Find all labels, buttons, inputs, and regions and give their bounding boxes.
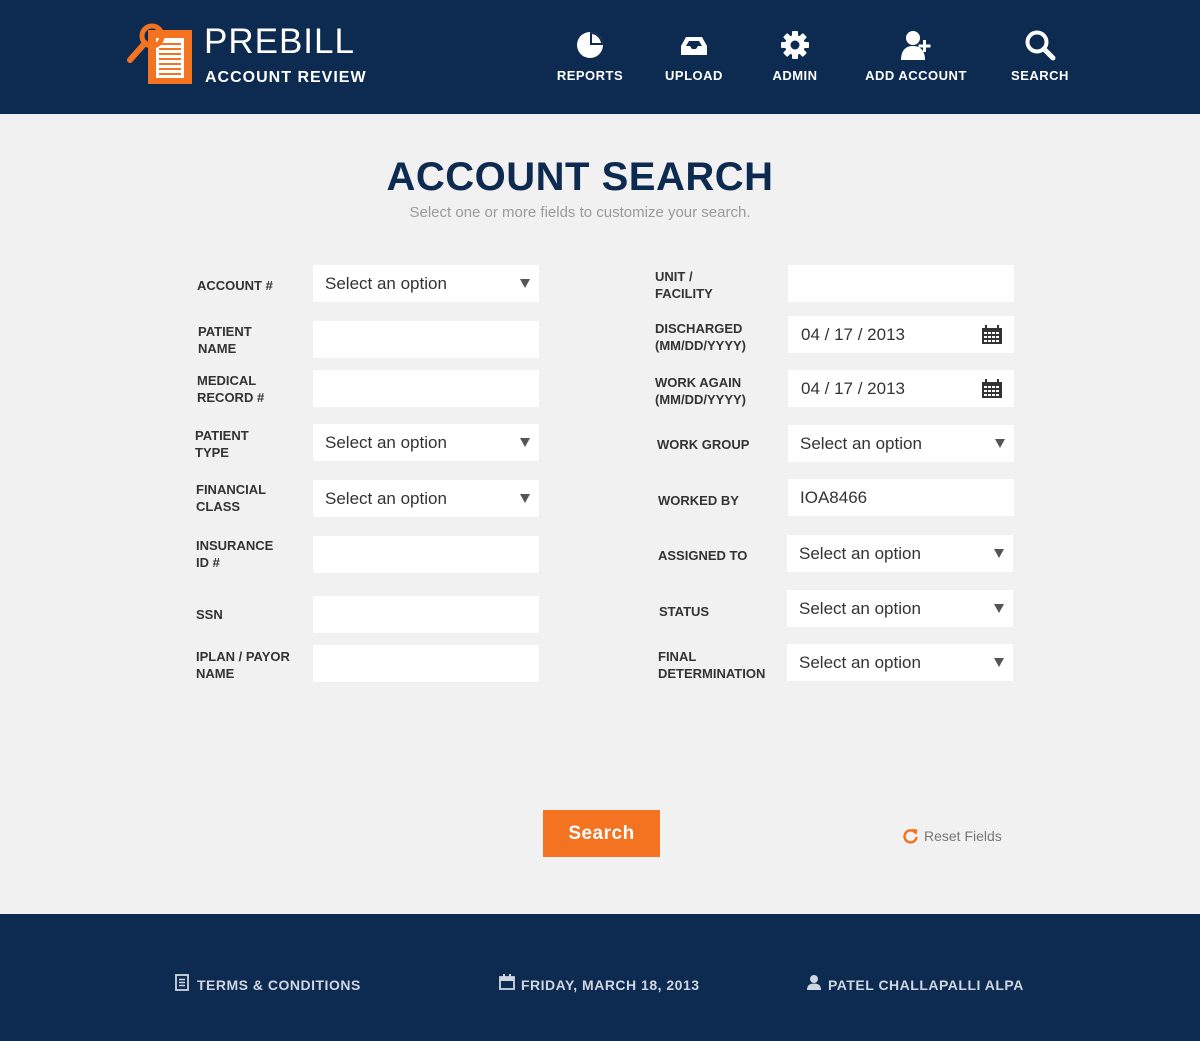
label-worked-by: WORKED BY xyxy=(658,493,739,508)
label-work-group: WORK GROUP xyxy=(657,437,750,452)
medical-record-input[interactable] xyxy=(313,370,539,407)
calendar-icon[interactable] xyxy=(982,379,1002,398)
nav-reports-label: REPORTS xyxy=(556,68,624,83)
chevron-down-icon xyxy=(520,279,530,288)
label-discharged: DISCHARGED (MM/DD/YYYY) xyxy=(655,321,746,353)
label-patient-name: PATIENT NAME xyxy=(198,324,252,356)
logo-subtitle: ACCOUNT REVIEW xyxy=(205,69,367,86)
account-number-select[interactable]: Select an option xyxy=(313,265,539,302)
work-group-value: Select an option xyxy=(800,434,922,453)
user-icon xyxy=(807,975,821,990)
top-header: PREBILL ACCOUNT REVIEW REPORTS UPLOAD AD… xyxy=(0,0,1200,114)
terms-label: TERMS & CONDITIONS xyxy=(197,977,361,993)
nav-reports[interactable]: REPORTS xyxy=(552,28,628,88)
discharged-date-value: 04 / 17 / 2013 xyxy=(801,325,905,344)
page-title: ACCOUNT SEARCH xyxy=(386,155,774,199)
chevron-down-icon xyxy=(994,604,1004,613)
calendar-icon xyxy=(499,974,515,990)
pie-chart-icon xyxy=(577,32,603,58)
footer-user-label: PATEL CHALLAPALLI ALPA xyxy=(828,977,1024,993)
chevron-down-icon xyxy=(520,438,530,447)
worked-by-input[interactable] xyxy=(788,479,1014,516)
patient-type-select[interactable]: Select an option xyxy=(313,424,539,461)
nav-add-account-label: ADD ACCOUNT xyxy=(865,68,967,83)
work-again-date-value: 04 / 17 / 2013 xyxy=(801,379,905,398)
status-value: Select an option xyxy=(799,599,921,618)
add-user-icon xyxy=(901,31,931,60)
reset-fields-label: Reset Fields xyxy=(924,828,1002,844)
nav-admin[interactable]: ADMIN xyxy=(764,28,826,88)
insurance-id-input[interactable] xyxy=(313,536,539,573)
final-determination-select[interactable]: Select an option xyxy=(787,644,1013,681)
label-medical-record: MEDICAL RECORD # xyxy=(197,373,265,405)
ssn-input[interactable] xyxy=(313,596,539,633)
label-ssn: SSN xyxy=(196,607,223,622)
chevron-down-icon xyxy=(995,439,1005,448)
nav-upload[interactable]: UPLOAD xyxy=(658,28,730,88)
footer: TERMS & CONDITIONS FRIDAY, MARCH 18, 201… xyxy=(0,914,1200,1041)
label-patient-type: PATIENT TYPE xyxy=(195,428,249,460)
calendar-icon[interactable] xyxy=(982,325,1002,344)
work-group-select[interactable]: Select an option xyxy=(788,425,1014,462)
label-final-determination: FINAL DETERMINATION xyxy=(658,649,766,681)
search-button[interactable]: Search xyxy=(543,810,660,857)
nav-add-account[interactable]: ADD ACCOUNT xyxy=(858,28,974,88)
label-work-again: WORK AGAIN (MM/DD/YYYY) xyxy=(655,375,746,407)
label-unit-facility: UNIT / FACILITY xyxy=(655,269,713,301)
document-icon xyxy=(175,974,189,991)
chevron-down-icon xyxy=(520,494,530,503)
logo[interactable]: PREBILL ACCOUNT REVIEW xyxy=(126,22,386,88)
unit-facility-input[interactable] xyxy=(788,265,1014,302)
label-assigned-to: ASSIGNED TO xyxy=(658,548,748,563)
logo-icon xyxy=(127,23,192,84)
label-financial-class: FINANCIAL CLASS xyxy=(196,482,266,514)
label-iplan-payor: IPLAN / PAYOR NAME xyxy=(196,649,290,681)
discharged-date-field[interactable]: 04 / 17 / 2013 xyxy=(788,316,1014,353)
financial-class-select[interactable]: Select an option xyxy=(313,480,539,517)
patient-type-value: Select an option xyxy=(325,433,447,452)
footer-date-label: FRIDAY, MARCH 18, 2013 xyxy=(521,977,700,993)
chevron-down-icon xyxy=(994,549,1004,558)
label-account-number: ACCOUNT # xyxy=(197,278,273,293)
gear-icon xyxy=(781,31,809,59)
magnifier-icon xyxy=(1025,30,1056,61)
refresh-icon xyxy=(903,829,918,844)
nav-admin-label: ADMIN xyxy=(772,68,818,83)
financial-class-value: Select an option xyxy=(325,489,447,508)
nav-upload-label: UPLOAD xyxy=(665,68,723,83)
patient-name-input[interactable] xyxy=(313,321,539,358)
inbox-tray-icon xyxy=(681,37,707,55)
nav-search-label: SEARCH xyxy=(1011,68,1069,83)
page-subtitle: Select one or more fields to customize y… xyxy=(409,204,751,221)
label-insurance-id: INSURANCE ID # xyxy=(196,538,274,570)
nav-search[interactable]: SEARCH xyxy=(1006,28,1074,88)
logo-title: PREBILL xyxy=(204,22,355,61)
assigned-to-select[interactable]: Select an option xyxy=(787,535,1013,572)
iplan-payor-input[interactable] xyxy=(313,645,539,682)
status-select[interactable]: Select an option xyxy=(787,590,1013,627)
final-determination-value: Select an option xyxy=(799,653,921,672)
account-number-value: Select an option xyxy=(325,274,447,293)
label-status: STATUS xyxy=(659,604,710,619)
assigned-to-value: Select an option xyxy=(799,544,921,563)
work-again-date-field[interactable]: 04 / 17 / 2013 xyxy=(788,370,1014,407)
chevron-down-icon xyxy=(994,658,1004,667)
